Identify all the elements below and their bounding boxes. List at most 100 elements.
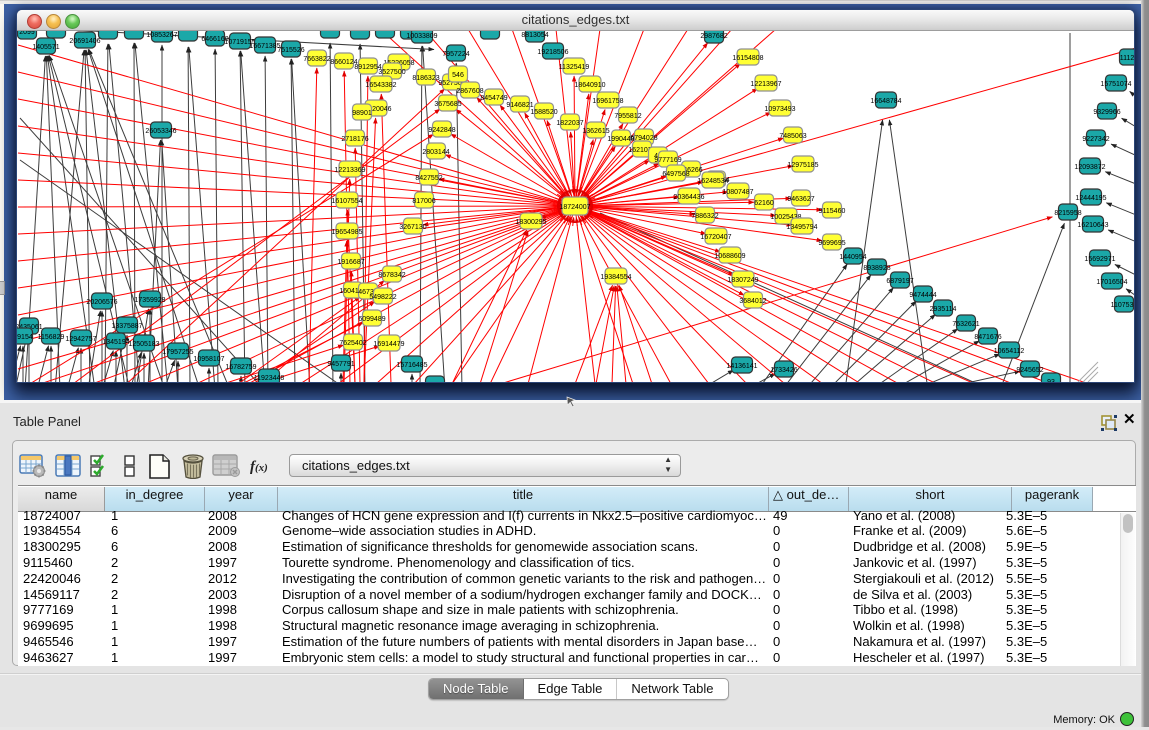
svg-text:7663822: 7663822 (303, 56, 330, 63)
svg-text:8215958: 8215958 (1054, 210, 1081, 217)
svg-text:26053346: 26053346 (145, 128, 176, 135)
svg-text:9245652: 9245652 (1016, 367, 1043, 374)
svg-text:9777169: 9777169 (654, 157, 681, 164)
svg-text:1822037: 1822037 (556, 120, 583, 127)
svg-text:16961758: 16961758 (592, 98, 623, 105)
svg-text:12093872: 12093872 (1074, 164, 1105, 171)
svg-text:16210643: 16210643 (1077, 222, 1108, 229)
svg-text:16782759: 16782759 (225, 364, 256, 371)
svg-text:2803144: 2803144 (422, 149, 449, 156)
svg-text:20691406: 20691406 (69, 38, 100, 45)
svg-text:62160: 62160 (754, 200, 774, 207)
svg-text:1733426: 1733426 (770, 367, 797, 374)
svg-text:6879197: 6879197 (886, 278, 913, 285)
svg-text:12213369: 12213369 (334, 167, 365, 174)
svg-text:9115460: 9115460 (819, 208, 846, 215)
svg-text:18300295: 18300295 (515, 219, 546, 226)
svg-text:17359928: 17359928 (134, 297, 165, 304)
svg-text:12444195: 12444195 (1075, 195, 1106, 202)
svg-text:7955812: 7955812 (614, 113, 641, 120)
svg-text:3684012: 3684012 (739, 298, 766, 305)
svg-text:93: 93 (1047, 379, 1055, 382)
svg-text:13495794: 13495794 (786, 224, 817, 231)
svg-text:10973493: 10973493 (764, 106, 795, 113)
svg-text:16107554: 16107554 (331, 198, 362, 205)
svg-text:12942757: 12942757 (65, 336, 96, 343)
svg-text:12505183: 12505183 (128, 341, 159, 348)
svg-text:10958107: 10958107 (193, 356, 224, 363)
svg-text:11325419: 11325419 (559, 64, 590, 71)
svg-text:2935114: 2935114 (930, 306, 957, 313)
svg-text:9329966: 9329966 (1093, 109, 1120, 116)
svg-text:11124: 11124 (1120, 55, 1134, 62)
svg-text:15751074: 15751074 (1100, 81, 1131, 88)
svg-text:8186323: 8186323 (412, 75, 439, 82)
svg-text:1916687: 1916687 (337, 259, 364, 266)
svg-text:7515526: 7515526 (277, 47, 304, 54)
svg-text:2718176: 2718176 (341, 136, 368, 143)
svg-text:11923448: 11923448 (254, 375, 285, 382)
svg-text:8471676: 8471676 (974, 334, 1001, 341)
svg-text:9463627: 9463627 (787, 196, 814, 203)
svg-text:16648784: 16648784 (870, 98, 901, 105)
svg-text:16671385: 16671385 (249, 43, 280, 50)
svg-text:39154: 39154 (17, 334, 33, 341)
svg-text:1345194: 1345194 (102, 339, 129, 346)
svg-text:7632621: 7632621 (952, 321, 979, 328)
svg-text:14136141: 14136141 (726, 363, 757, 370)
svg-text:16543382: 16543382 (365, 82, 396, 89)
svg-text:6497568: 6497568 (662, 171, 689, 178)
svg-text:16248534: 16248534 (697, 178, 728, 185)
svg-text:18307249: 18307249 (727, 277, 758, 284)
svg-text:18640910: 18640910 (574, 82, 605, 89)
svg-text:1405571: 1405571 (32, 44, 59, 51)
svg-text:18724007: 18724007 (559, 204, 590, 211)
svg-text:12213967: 12213967 (750, 81, 781, 88)
svg-text:10688609: 10688609 (714, 253, 745, 260)
svg-text:9242848: 9242848 (428, 127, 455, 134)
svg-text:8938928: 8938928 (863, 265, 890, 272)
svg-text:8678342: 8678342 (378, 272, 405, 279)
svg-text:15716485: 15716485 (396, 362, 427, 369)
svg-text:7485063: 7485063 (779, 133, 806, 140)
svg-text:19218506: 19218506 (537, 49, 568, 56)
svg-text:9227342: 9227342 (1082, 136, 1109, 143)
svg-text:17957255: 17957255 (162, 349, 193, 356)
svg-text:1107535: 1107535 (1111, 302, 1134, 309)
svg-text:10853267: 10853267 (146, 32, 177, 39)
svg-text:12975185: 12975185 (787, 162, 818, 169)
svg-text:7886322: 7886322 (691, 213, 718, 220)
svg-text:16720407: 16720407 (700, 234, 731, 241)
svg-text:3267130: 3267130 (399, 224, 426, 231)
svg-text:8427552: 8427552 (415, 175, 442, 182)
svg-text:9146821: 9146821 (506, 102, 533, 109)
svg-text:20364436: 20364436 (673, 194, 704, 201)
svg-text:3675685: 3675685 (434, 101, 461, 108)
svg-text:9699695: 9699695 (818, 240, 845, 247)
svg-text:10033809: 10033809 (406, 33, 437, 40)
svg-text:1362615: 1362615 (582, 128, 609, 135)
svg-text:20206576: 20206576 (86, 299, 117, 306)
svg-text:9474444: 9474444 (909, 292, 936, 299)
svg-text:10807487: 10807487 (722, 189, 753, 196)
svg-text:13375887: 13375887 (111, 323, 142, 330)
svg-text:16914479: 16914479 (373, 341, 404, 348)
svg-text:2099: 2099 (19, 31, 35, 36)
svg-text:17016504: 17016504 (1096, 279, 1127, 286)
svg-text:98901: 98901 (352, 110, 372, 117)
svg-text:1588520: 1588520 (530, 109, 557, 116)
svg-text:2987682: 2987682 (700, 33, 727, 40)
svg-text:8813054: 8813054 (521, 32, 548, 39)
svg-text:817006: 817006 (412, 198, 435, 205)
svg-text:7625402: 7625402 (339, 340, 366, 347)
svg-text:1440954: 1440954 (839, 254, 866, 261)
svg-text:2867608: 2867608 (456, 88, 483, 95)
svg-text:19384554: 19384554 (600, 274, 631, 281)
svg-text:5498222: 5498222 (369, 294, 396, 301)
svg-text:15692971: 15692971 (1084, 256, 1115, 263)
svg-text:3527500: 3527500 (378, 69, 405, 76)
svg-text:546: 546 (452, 72, 464, 79)
svg-text:9457791: 9457791 (327, 361, 354, 368)
svg-text:1156829: 1156829 (38, 334, 65, 341)
svg-text:16154808: 16154808 (732, 55, 763, 62)
